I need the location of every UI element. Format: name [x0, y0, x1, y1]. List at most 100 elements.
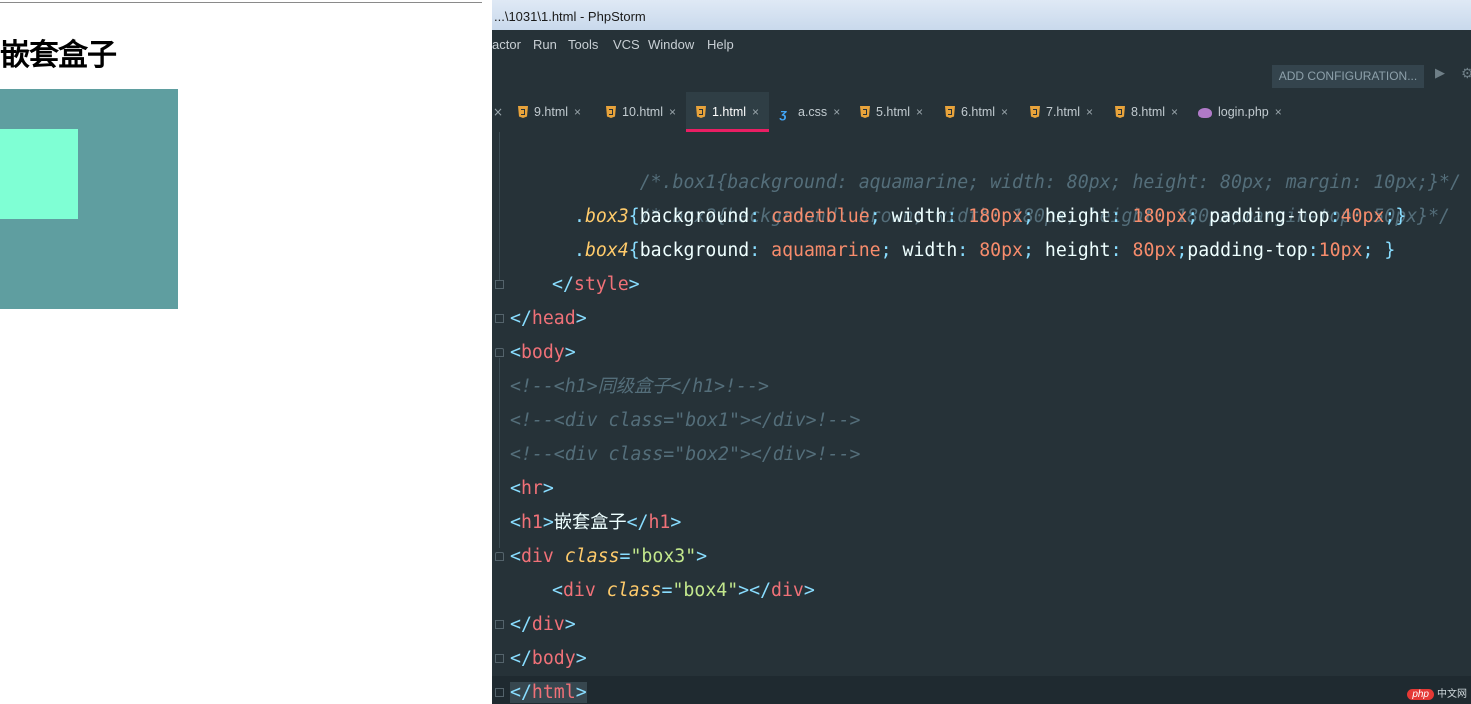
site-watermark: php 中文网 [1407, 685, 1467, 700]
code-token: > [696, 546, 708, 567]
tab-5-html[interactable]: 5.html × [860, 92, 923, 132]
menu-window[interactable]: Window [648, 37, 694, 52]
code-string: "box4" [672, 580, 739, 601]
code-property: background [639, 206, 750, 227]
horizontal-rule [0, 2, 482, 3]
tab-a-css[interactable]: ʒ a.css × [780, 92, 840, 132]
code-token: </ [552, 274, 574, 295]
code-token: </ [510, 682, 532, 703]
code-tag: html [531, 682, 576, 703]
code-line: .box4{background: aquamarine; width: 80p… [574, 234, 1395, 268]
code-token: < [510, 512, 521, 533]
code-property: padding-top [1209, 206, 1330, 227]
code-token: < [510, 546, 521, 567]
fold-marker-icon[interactable] [495, 280, 504, 289]
code-value: 10px [1318, 240, 1363, 261]
fold-guide [499, 358, 500, 548]
code-tag: hr [520, 478, 543, 499]
tab-1-html[interactable]: 1.html × [686, 92, 770, 132]
tab-9-html[interactable]: 9.html × [518, 92, 581, 132]
code-token: > [628, 274, 640, 295]
fold-marker-icon[interactable] [495, 654, 504, 663]
code-comment: <!--<h1>同级盒子</h1>!--> [510, 376, 769, 397]
tab-8-html[interactable]: 8.html × [1115, 92, 1178, 132]
code-token: ; [1362, 240, 1385, 261]
html5-icon [518, 106, 528, 118]
code-token: : [749, 206, 772, 227]
preview-heading: 嵌套盒子 [0, 38, 117, 73]
tab-close-icon[interactable]: × [574, 105, 581, 119]
tab-7-html[interactable]: 7.html × [1030, 92, 1093, 132]
code-value: 180px [968, 206, 1023, 227]
code-property: background [639, 240, 750, 261]
code-token: </ [510, 308, 532, 329]
fold-marker-icon[interactable] [495, 348, 504, 357]
menu-vcs[interactable]: VCS [613, 37, 640, 52]
tab-label: 6.html [961, 105, 996, 119]
code-property: padding-top [1187, 240, 1308, 261]
code-token: : [1110, 240, 1133, 261]
fold-marker-icon[interactable] [495, 688, 504, 697]
tab-label: 8.html [1131, 105, 1166, 119]
code-tag: div [531, 614, 565, 635]
code-tag: div [520, 546, 554, 567]
code-token: : [1307, 240, 1319, 261]
code-value: 40px [1340, 206, 1385, 227]
code-tag: h1 [648, 512, 671, 533]
tab-close-icon[interactable]: × [669, 105, 676, 119]
code-token: : [957, 240, 980, 261]
tab-close-icon[interactable]: × [752, 105, 759, 119]
code-token: > [575, 648, 587, 669]
tab-close-icon[interactable]: × [916, 105, 923, 119]
code-token: > [564, 342, 576, 363]
add-configuration-button[interactable]: ADD CONFIGURATION... [1272, 65, 1424, 88]
code-line: </html> [510, 676, 587, 704]
menu-help[interactable]: Help [707, 37, 734, 52]
menu-tools[interactable]: Tools [568, 37, 598, 52]
code-token: < [510, 478, 521, 499]
code-line: </style> [552, 268, 640, 302]
code-token: ; [1023, 206, 1045, 227]
code-line: <body> [510, 336, 576, 370]
code-property: width [891, 206, 947, 227]
code-token: : [946, 206, 969, 227]
code-string: "box3" [630, 546, 697, 567]
code-token: < [552, 580, 563, 601]
code-editor[interactable]: /*.box1{background: aquamarine; width: 8… [492, 132, 1471, 704]
code-comment: <!--<div class="box2"></div>!--> [510, 444, 861, 465]
watermark-text: 中文网 [1437, 689, 1467, 700]
fold-marker-icon[interactable] [495, 620, 504, 629]
fold-gutter [492, 132, 506, 704]
code-token: > [670, 512, 682, 533]
gear-icon[interactable]: ⚙ [1461, 66, 1471, 82]
fold-marker-icon[interactable] [495, 314, 504, 323]
code-token: ; [1384, 206, 1396, 227]
tab-10-html[interactable]: 10.html × [606, 92, 676, 132]
code-tag: div [562, 580, 596, 601]
menu-run[interactable]: Run [533, 37, 557, 52]
tab-close-icon[interactable]: × [1001, 105, 1008, 119]
code-token: . [574, 240, 585, 261]
window-title-bar: ...\1031\1.html - PhpStorm [492, 0, 1471, 30]
tab-close-icon[interactable]: × [1086, 105, 1093, 119]
tab-close-icon[interactable]: × [833, 105, 840, 119]
code-token: ; [880, 240, 903, 261]
code-line: <h1>嵌套盒子</h1> [510, 506, 681, 540]
code-value: aquamarine [771, 240, 881, 261]
code-token: > [738, 580, 750, 601]
play-icon[interactable]: ▶ [1435, 66, 1445, 81]
code-line: </div> [510, 608, 576, 642]
tab-login-php[interactable]: login.php × [1198, 92, 1282, 132]
tab-close-icon[interactable]: × [1275, 105, 1282, 119]
box4-inner-box [0, 129, 78, 219]
code-tag: head [531, 308, 576, 329]
code-token: = [661, 580, 673, 601]
window-title: ...\1031\1.html - PhpStorm [494, 9, 646, 24]
menu-refactor[interactable]: actor [492, 37, 521, 52]
fold-marker-icon[interactable] [495, 552, 504, 561]
tab-6-html[interactable]: 6.html × [945, 92, 1008, 132]
tab-close-icon[interactable]: × [493, 92, 503, 132]
html5-icon [606, 106, 616, 118]
tab-close-icon[interactable]: × [1171, 105, 1178, 119]
